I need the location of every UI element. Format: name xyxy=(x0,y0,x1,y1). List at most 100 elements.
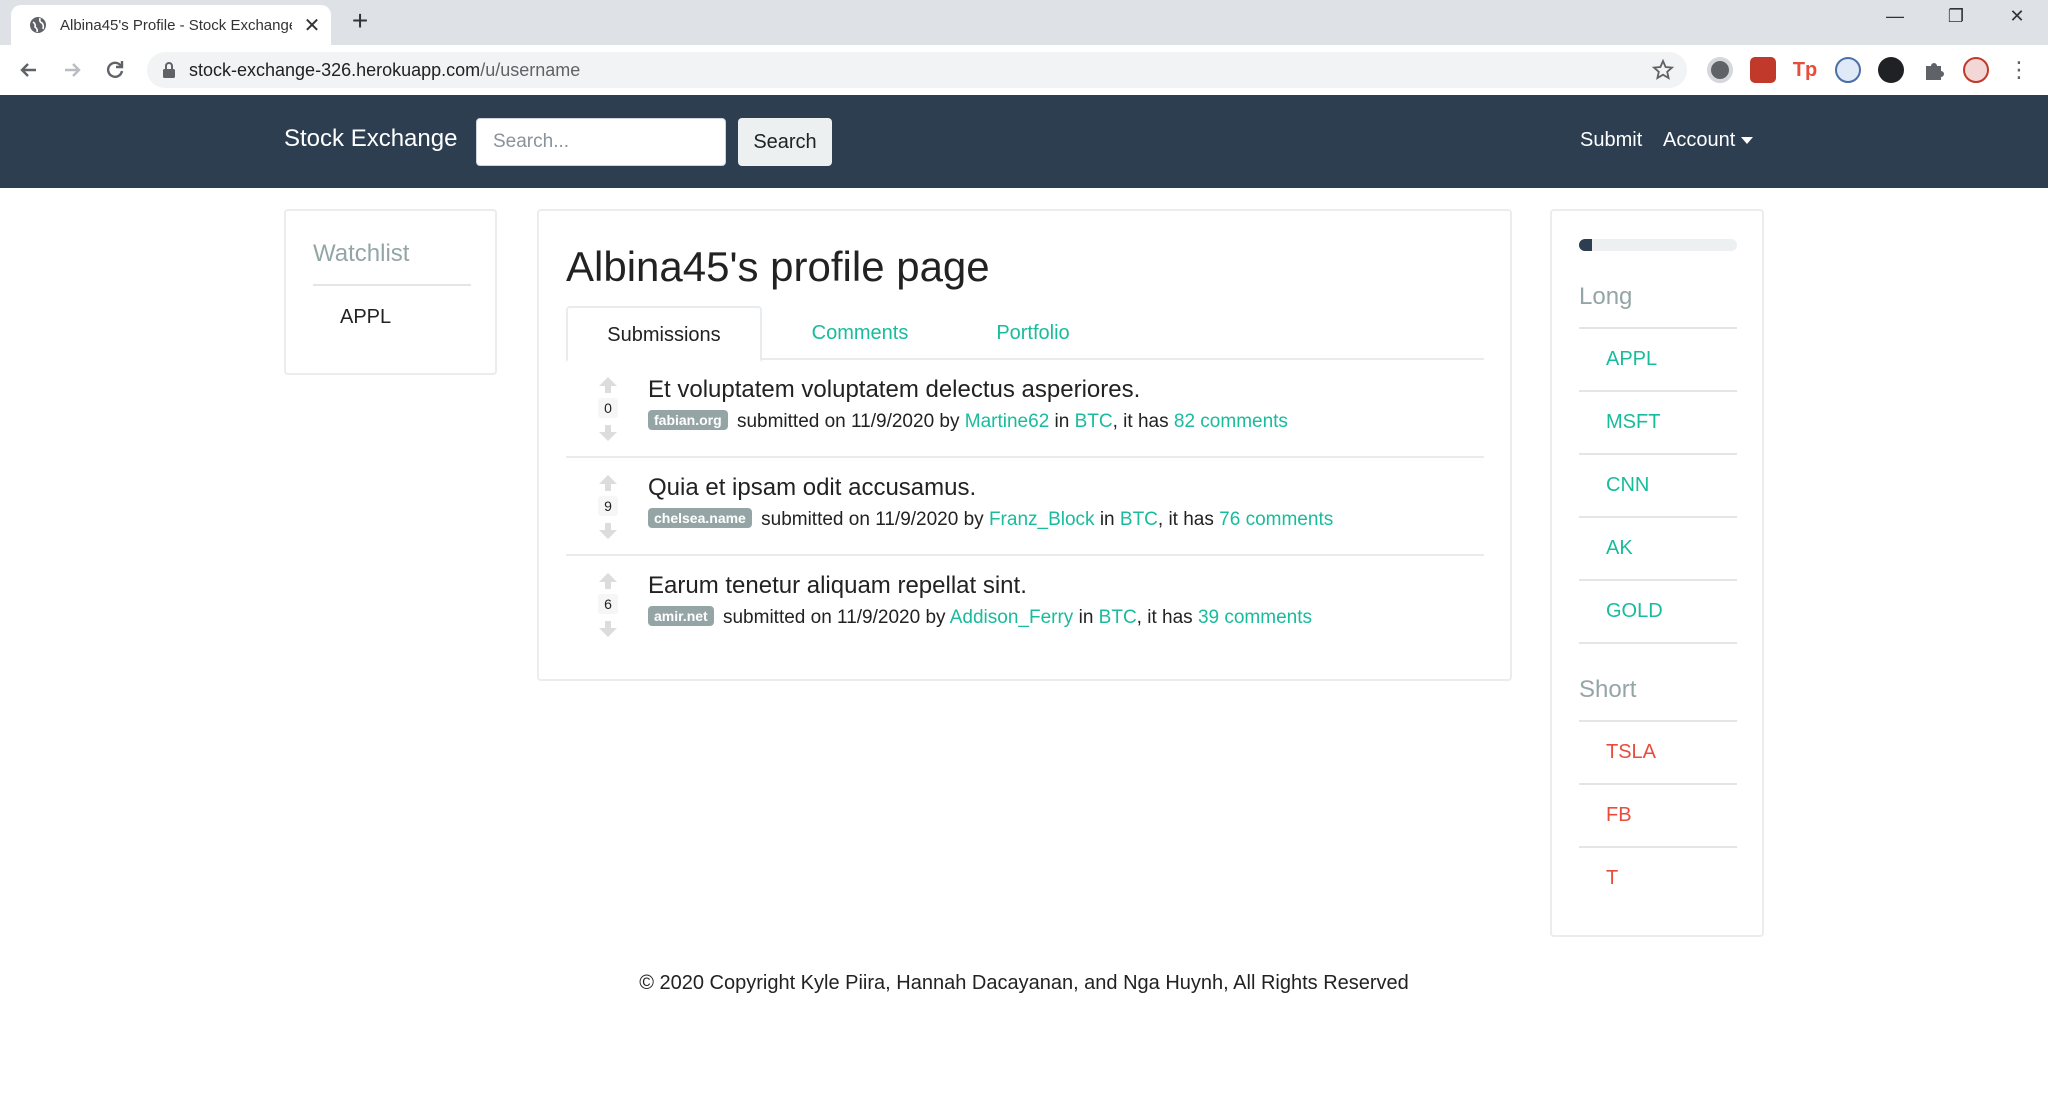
tp-extension-icon[interactable]: Tp xyxy=(1792,57,1818,83)
downvote-arrow-icon[interactable] xyxy=(598,522,618,540)
domain-badge: fabian.org xyxy=(648,410,728,430)
dp-extension-icon[interactable] xyxy=(1835,57,1861,83)
close-window-icon[interactable]: ✕ xyxy=(2002,6,2032,34)
author-link[interactable]: Addison_Ferry xyxy=(950,607,1074,628)
divider xyxy=(1579,642,1737,644)
globe-icon xyxy=(30,17,46,33)
url-path: /u/username xyxy=(480,60,581,80)
author-link[interactable]: Franz_Block xyxy=(989,509,1095,530)
submission-row: 9 Quia et ipsam odit accusamus. chelsea.… xyxy=(566,458,1484,556)
divider xyxy=(1579,516,1737,518)
divider xyxy=(1579,390,1737,392)
downvote-arrow-icon[interactable] xyxy=(598,424,618,442)
upvote-arrow-icon[interactable] xyxy=(598,474,618,492)
domain-badge: amir.net xyxy=(648,606,714,626)
search-button[interactable]: Search xyxy=(738,118,832,166)
community-link[interactable]: BTC xyxy=(1099,607,1137,628)
short-ticker-link[interactable]: FB xyxy=(1606,804,1632,827)
profile-avatar-icon[interactable] xyxy=(1963,57,1989,83)
brand-link[interactable]: Stock Exchange xyxy=(284,125,457,153)
long-ticker-link[interactable]: CNN xyxy=(1606,474,1649,497)
tab-portfolio[interactable]: Portfolio xyxy=(958,306,1108,360)
submission-row: 0 Et voluptatem voluptatem delectus aspe… xyxy=(566,360,1484,458)
vote-score: 6 xyxy=(598,594,618,614)
submission-title[interactable]: Earum tenetur aliquam repellat sint. xyxy=(648,572,1027,600)
ublock-icon[interactable] xyxy=(1750,57,1776,83)
submission-row: 6 Earum tenetur aliquam repellat sint. a… xyxy=(566,556,1484,654)
watchlist-card: Watchlist APPL xyxy=(284,209,497,375)
divider xyxy=(1579,579,1737,581)
minimize-icon[interactable]: — xyxy=(1880,6,1910,34)
browser-tab[interactable]: Albina45's Profile - Stock Exchange ✕ xyxy=(11,5,331,45)
address-bar[interactable]: stock-exchange-326.herokuapp.com/u/usern… xyxy=(147,52,1687,88)
submitted-text: submitted on 11/9/2020 by xyxy=(761,509,984,530)
has-text: , it has xyxy=(1136,607,1193,628)
menu-kebab-icon[interactable]: ⋮ xyxy=(2006,57,2032,83)
browser-tab-strip: Albina45's Profile - Stock Exchange ✕ + … xyxy=(0,0,2048,45)
has-text: , it has xyxy=(1157,509,1214,530)
submitted-text: submitted on 11/9/2020 by xyxy=(736,411,960,432)
in-text: in xyxy=(1054,411,1070,432)
submission-meta: fabian.org submitted on 11/9/2020 by Mar… xyxy=(648,410,1288,433)
divider xyxy=(313,284,471,286)
short-heading: Short xyxy=(1579,676,1637,703)
submission-meta: chelsea.name submitted on 11/9/2020 by F… xyxy=(648,508,1333,531)
reload-icon[interactable] xyxy=(100,55,130,85)
long-ticker-link[interactable]: GOLD xyxy=(1606,600,1663,623)
vote-widget: 0 xyxy=(596,376,620,446)
close-tab-icon[interactable]: ✕ xyxy=(302,13,322,38)
divider xyxy=(1579,453,1737,455)
submission-title[interactable]: Quia et ipsam odit accusamus. xyxy=(648,474,976,502)
long-ticker-link[interactable]: APPL xyxy=(1606,348,1657,371)
extension-circle-icon[interactable] xyxy=(1707,57,1733,83)
caret-down-icon xyxy=(1741,137,1754,145)
watchlist-item[interactable]: APPL xyxy=(340,306,391,329)
comments-link[interactable]: 76 comments xyxy=(1219,509,1333,530)
submission-meta: amir.net submitted on 11/9/2020 by Addis… xyxy=(648,606,1312,629)
restore-icon[interactable]: ❐ xyxy=(1941,6,1971,34)
submitted-text: submitted on 11/9/2020 by xyxy=(722,607,946,628)
in-text: in xyxy=(1099,509,1115,530)
community-link[interactable]: BTC xyxy=(1075,411,1113,432)
submit-link[interactable]: Submit xyxy=(1580,129,1642,152)
page-title: Albina45's profile page xyxy=(566,243,990,290)
short-ticker-link[interactable]: TSLA xyxy=(1606,741,1656,764)
portfolio-sidebar: Long APPL MSFT CNN AK GOLD Short TSLA FB… xyxy=(1550,209,1764,937)
bookmark-star-icon[interactable] xyxy=(1651,58,1675,82)
tab-submissions[interactable]: Submissions xyxy=(566,306,762,362)
domain-badge: chelsea.name xyxy=(648,508,752,528)
profile-card: Albina45's profile page Submissions Comm… xyxy=(537,209,1512,681)
tab-comments[interactable]: Comments xyxy=(762,306,958,360)
profile-tabs: Submissions Comments Portfolio xyxy=(566,306,1484,362)
submission-title[interactable]: Et voluptatem voluptatem delectus asperi… xyxy=(648,376,1140,404)
long-ticker-link[interactable]: AK xyxy=(1606,537,1633,560)
community-link[interactable]: BTC xyxy=(1120,509,1158,530)
search-input[interactable] xyxy=(476,118,726,166)
downvote-arrow-icon[interactable] xyxy=(598,620,618,638)
back-arrow-icon[interactable] xyxy=(14,55,44,85)
long-heading: Long xyxy=(1579,283,1633,310)
upvote-arrow-icon[interactable] xyxy=(598,376,618,394)
comments-link[interactable]: 82 comments xyxy=(1174,411,1288,432)
forward-arrow-icon[interactable] xyxy=(57,55,87,85)
comments-link[interactable]: 39 comments xyxy=(1198,607,1312,628)
long-ticker-link[interactable]: MSFT xyxy=(1606,411,1660,434)
url-text: stock-exchange-326.herokuapp.com/u/usern… xyxy=(189,60,580,81)
short-ticker-link[interactable]: T xyxy=(1606,867,1618,890)
account-dropdown[interactable]: Account xyxy=(1663,129,1754,152)
account-label: Account xyxy=(1663,129,1736,151)
divider xyxy=(1579,327,1737,329)
new-tab-icon[interactable]: + xyxy=(346,7,374,36)
site-navbar: Stock Exchange Search Submit Account xyxy=(0,95,2048,188)
author-link[interactable]: Martine62 xyxy=(965,411,1050,432)
upvote-arrow-icon[interactable] xyxy=(598,572,618,590)
puzzle-extensions-icon[interactable] xyxy=(1921,57,1947,83)
has-text: , it has xyxy=(1112,411,1169,432)
footer-copyright: © 2020 Copyright Kyle Piira, Hannah Daca… xyxy=(639,972,1409,994)
progress-fill xyxy=(1579,239,1592,251)
tab-title: Albina45's Profile - Stock Exchange xyxy=(60,16,292,34)
divider xyxy=(1579,720,1737,722)
browser-toolbar: stock-exchange-326.herokuapp.com/u/usern… xyxy=(0,45,2048,95)
messenger-icon[interactable] xyxy=(1878,57,1904,83)
lock-icon xyxy=(163,62,175,78)
